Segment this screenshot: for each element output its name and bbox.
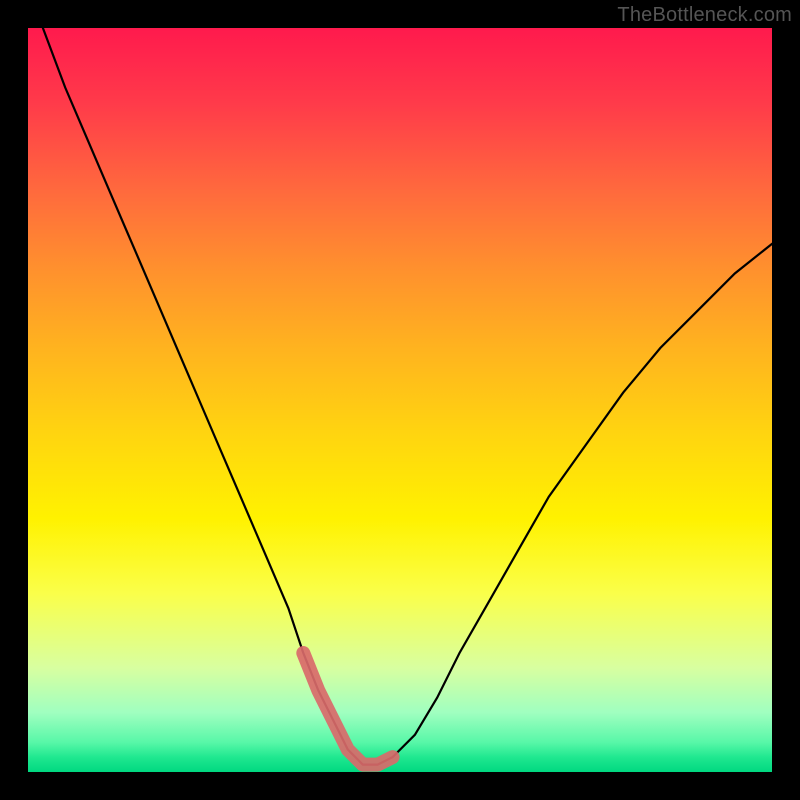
bottleneck-curve [43, 28, 772, 765]
bottleneck-plot [28, 28, 772, 772]
watermark-text: TheBottleneck.com [617, 4, 792, 27]
curve-layer [28, 28, 772, 772]
optimal-zone-highlight [303, 653, 392, 765]
chart-frame: TheBottleneck.com [0, 0, 800, 800]
